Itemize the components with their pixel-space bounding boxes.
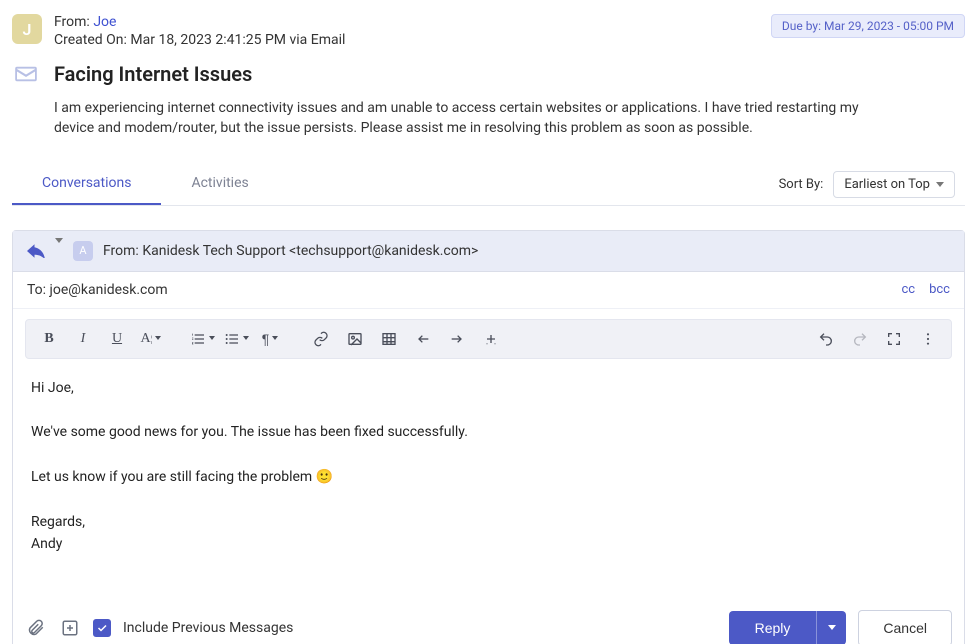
reply-button-group: Reply bbox=[729, 611, 847, 644]
sender-chip-initial: A bbox=[79, 244, 86, 257]
due-prefix: Due by: bbox=[782, 19, 821, 33]
reply-arrow-icon[interactable] bbox=[27, 244, 45, 258]
cc-bcc-controls: cc bcc bbox=[901, 282, 950, 297]
sender-chip: A bbox=[73, 241, 93, 261]
requester-link[interactable]: Joe bbox=[93, 14, 116, 30]
ticket-description: I am experiencing internet connectivity … bbox=[54, 98, 874, 139]
reply-button[interactable]: Reply bbox=[729, 611, 817, 644]
created-prefix: Created On: bbox=[54, 32, 127, 48]
tab-activities[interactable]: Activities bbox=[161, 165, 278, 205]
composer-from-value: Kanidesk Tech Support <techsupport@kanid… bbox=[142, 243, 478, 259]
ticket-detail-page: J From: Joe Created On: Mar 18, 2023 2:4… bbox=[0, 0, 977, 644]
avatar-initial: J bbox=[23, 20, 32, 39]
sort-selected: Earliest on Top bbox=[844, 177, 930, 192]
ordered-list-button[interactable] bbox=[187, 324, 217, 354]
tab-bar: Conversations Activities Sort By: Earlie… bbox=[12, 165, 965, 206]
paragraph-format-dropdown[interactable]: ¶ bbox=[255, 324, 285, 354]
subject-row: Facing Internet Issues bbox=[12, 52, 965, 98]
to-field[interactable]: To: joe@kanidesk.com bbox=[27, 282, 168, 298]
tab-conversations[interactable]: Conversations bbox=[12, 165, 161, 205]
reply-options-dropdown[interactable] bbox=[816, 611, 846, 644]
font-style-dropdown[interactable]: A¦ bbox=[136, 324, 166, 354]
chevron-down-icon bbox=[828, 625, 836, 630]
composer-from: From: Kanidesk Tech Support <techsupport… bbox=[103, 243, 478, 259]
include-previous-label[interactable]: Include Previous Messages bbox=[123, 620, 293, 636]
outdent-button[interactable] bbox=[408, 324, 438, 354]
italic-button[interactable]: I bbox=[68, 324, 98, 354]
reply-composer: A From: Kanidesk Tech Support <techsuppo… bbox=[12, 230, 965, 644]
toolbar-separator bbox=[176, 329, 177, 349]
created-on: Created On: Mar 18, 2023 2:41:25 PM via … bbox=[54, 32, 345, 48]
redo-button[interactable] bbox=[845, 324, 875, 354]
cc-toggle[interactable]: cc bbox=[901, 282, 915, 297]
created-value: Mar 18, 2023 2:41:25 PM via Email bbox=[130, 32, 345, 48]
insert-table-button[interactable] bbox=[374, 324, 404, 354]
toolbar-separator bbox=[295, 329, 296, 349]
insert-link-button[interactable] bbox=[306, 324, 336, 354]
due-date-pill: Due by: Mar 29, 2023 - 05:00 PM bbox=[771, 14, 965, 38]
include-previous-checkbox[interactable] bbox=[93, 619, 111, 637]
undo-button[interactable] bbox=[811, 324, 841, 354]
requester-avatar: J bbox=[12, 14, 42, 44]
to-prefix: To: bbox=[27, 282, 46, 298]
mail-icon bbox=[12, 65, 40, 83]
fullscreen-button[interactable] bbox=[879, 324, 909, 354]
due-value: Mar 29, 2023 - 05:00 PM bbox=[824, 19, 954, 33]
unordered-list-button[interactable] bbox=[221, 324, 251, 354]
sort-area: Sort By: Earliest on Top bbox=[779, 171, 955, 198]
ticket-header: J From: Joe Created On: Mar 18, 2023 2:4… bbox=[12, 8, 965, 52]
editor-body[interactable]: Hi Joe, We've some good news for you. Th… bbox=[13, 359, 964, 596]
to-row: To: joe@kanidesk.com cc bcc bbox=[13, 272, 964, 309]
sort-dropdown[interactable]: Earliest on Top bbox=[833, 171, 955, 198]
bcc-toggle[interactable]: bcc bbox=[929, 282, 950, 297]
insert-more-button[interactable] bbox=[476, 324, 506, 354]
bold-button[interactable]: B bbox=[34, 324, 64, 354]
from-line: From: Joe bbox=[54, 14, 345, 30]
more-options-button[interactable] bbox=[913, 324, 943, 354]
ticket-meta: From: Joe Created On: Mar 18, 2023 2:41:… bbox=[54, 14, 345, 48]
reply-type-dropdown[interactable] bbox=[55, 243, 63, 259]
cancel-button[interactable]: Cancel bbox=[858, 610, 952, 644]
ticket-subject: Facing Internet Issues bbox=[54, 62, 252, 86]
insert-image-button[interactable] bbox=[340, 324, 370, 354]
composer-from-prefix: From: bbox=[103, 243, 139, 259]
composer-header: A From: Kanidesk Tech Support <techsuppo… bbox=[13, 231, 964, 272]
from-prefix: From: bbox=[54, 14, 90, 30]
sort-label: Sort By: bbox=[779, 177, 824, 192]
composer-footer: Include Previous Messages Reply Cancel bbox=[13, 596, 964, 644]
chevron-down-icon bbox=[936, 182, 944, 187]
underline-button[interactable]: U bbox=[102, 324, 132, 354]
paperclip-icon[interactable] bbox=[25, 618, 47, 638]
to-value: joe@kanidesk.com bbox=[50, 282, 168, 298]
insert-template-icon[interactable] bbox=[59, 619, 81, 637]
editor-toolbar: B I U A¦ ¶ bbox=[25, 319, 952, 359]
indent-button[interactable] bbox=[442, 324, 472, 354]
